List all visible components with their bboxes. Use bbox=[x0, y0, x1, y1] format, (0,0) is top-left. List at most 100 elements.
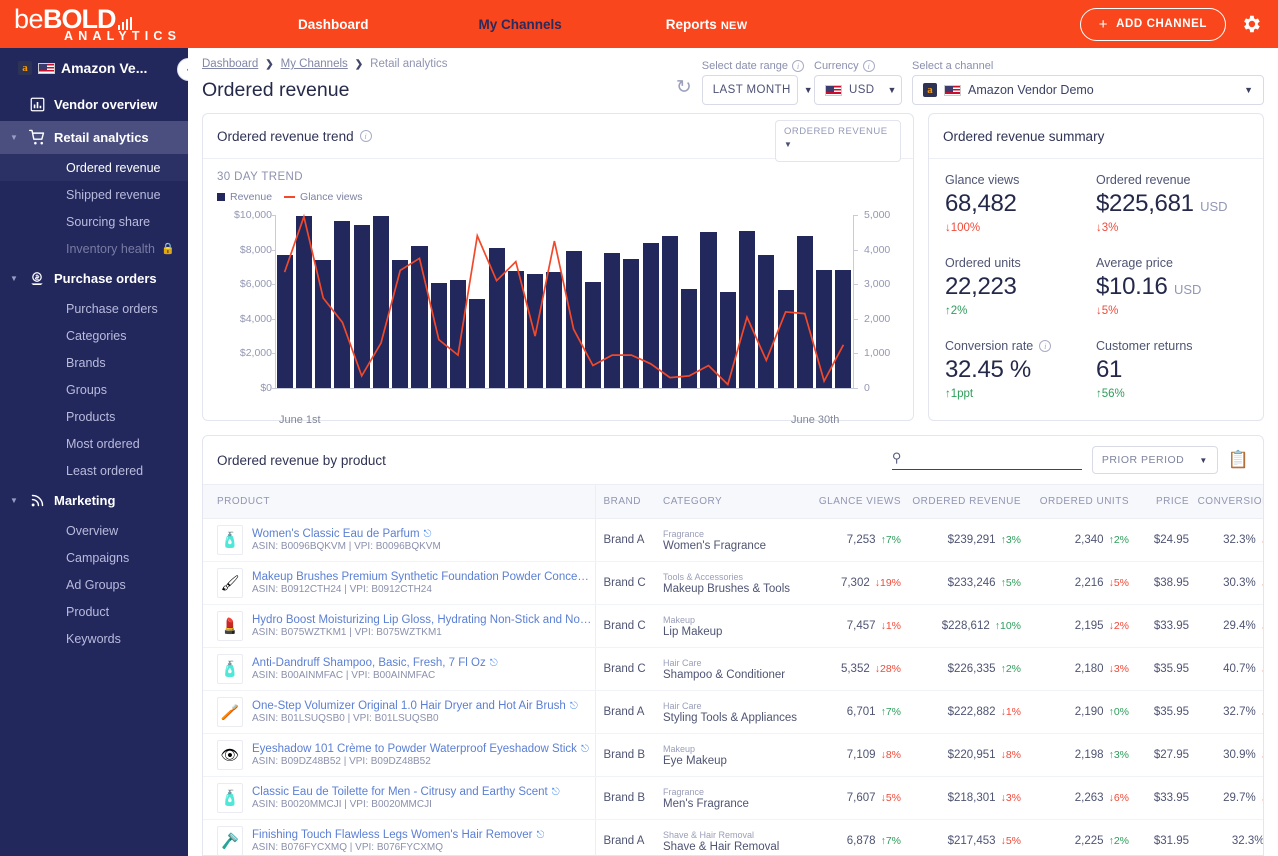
sidebar-subitem-most-ordered[interactable]: Most ordered bbox=[0, 430, 188, 457]
external-link-icon[interactable]: ⎋ bbox=[552, 787, 560, 798]
breadcrumb-my-channels[interactable]: My Channels bbox=[281, 58, 348, 70]
chart-bar[interactable] bbox=[411, 246, 428, 388]
app-logo[interactable]: be BOLD ANALYTICS bbox=[0, 5, 188, 43]
breadcrumb-dashboard[interactable]: Dashboard bbox=[202, 58, 258, 70]
chart-bar[interactable] bbox=[430, 283, 447, 388]
col-glance-views[interactable]: GLANCE VIEWS bbox=[813, 484, 909, 519]
chart-bar[interactable] bbox=[315, 259, 332, 388]
table-row[interactable]: 👁 Eyeshadow 101 Crème to Powder Waterproo… bbox=[203, 733, 1263, 777]
chart-bar[interactable] bbox=[642, 242, 659, 388]
sidebar-account[interactable]: a Amazon Ve... bbox=[0, 48, 188, 88]
table-row[interactable]: 🪒 Finishing Touch Flawless Legs Women's H… bbox=[203, 819, 1263, 855]
chart-bar[interactable] bbox=[777, 290, 794, 388]
external-link-icon[interactable]: ⎋ bbox=[424, 529, 432, 540]
chart-bar[interactable] bbox=[700, 232, 717, 388]
product-name-link[interactable]: Anti-Dandruff Shampoo, Basic, Fresh, 7 F… bbox=[252, 657, 498, 669]
metric-select[interactable]: ORDERED REVENUE ▼ bbox=[775, 120, 901, 162]
nav-dashboard[interactable]: Dashboard bbox=[290, 17, 377, 32]
chart-bar[interactable] bbox=[719, 292, 736, 388]
search-input[interactable] bbox=[908, 451, 1082, 465]
legend-glance-views[interactable]: Glance views bbox=[284, 191, 362, 203]
product-name-link[interactable]: Hydro Boost Moisturizing Lip Gloss, Hydr… bbox=[252, 614, 595, 626]
gear-icon[interactable] bbox=[1240, 13, 1262, 35]
product-name-link[interactable]: Finishing Touch Flawless Legs Women's Ha… bbox=[252, 829, 544, 841]
sidebar-subitem-ordered-revenue[interactable]: Ordered revenue bbox=[0, 154, 188, 181]
info-icon[interactable]: i bbox=[862, 60, 875, 72]
col-brand[interactable]: BRAND bbox=[595, 484, 663, 519]
add-channel-button[interactable]: + ADD CHANNEL bbox=[1079, 7, 1226, 41]
sidebar-subitem-products[interactable]: Products bbox=[0, 403, 188, 430]
chart-bar[interactable] bbox=[392, 259, 409, 388]
col-conversion-rate[interactable]: CONVERSION RATE bbox=[1197, 484, 1263, 519]
sidebar-item-purchase-orders[interactable]: ▼ Purchase orders bbox=[0, 262, 188, 295]
chart-bar[interactable] bbox=[469, 298, 486, 388]
col-ordered-revenue[interactable]: ORDERED REVENUE bbox=[909, 484, 1029, 519]
info-icon[interactable]: i bbox=[1039, 340, 1052, 352]
nav-reports[interactable]: Reports NEW bbox=[658, 17, 756, 32]
nav-my-channels[interactable]: My Channels bbox=[471, 17, 570, 32]
chart-bar[interactable] bbox=[604, 253, 621, 388]
chart-bar[interactable] bbox=[488, 247, 505, 388]
table-row[interactable]: 🪥 One-Step Volumizer Original 1.0 Hair Dr… bbox=[203, 690, 1263, 734]
chart-bar[interactable] bbox=[681, 289, 698, 388]
currency-select[interactable]: USD ▼ bbox=[814, 75, 902, 105]
info-icon[interactable]: i bbox=[792, 60, 804, 72]
sidebar-subitem-keywords[interactable]: Keywords bbox=[0, 625, 188, 652]
table-row[interactable]: 🧴 Classic Eau de Toilette for Men - Citru… bbox=[203, 776, 1263, 820]
sidebar-subitem-ad-groups[interactable]: Ad Groups bbox=[0, 571, 188, 598]
sidebar-subitem-sourcing-share[interactable]: Sourcing share bbox=[0, 208, 188, 235]
chart-bar[interactable] bbox=[353, 224, 370, 388]
sidebar-item-marketing[interactable]: ▼ Marketing bbox=[0, 484, 188, 517]
table-row[interactable]: 🧴 Women's Classic Eau de Parfum ⎋ ASIN: B00… bbox=[203, 518, 1263, 562]
external-link-icon[interactable]: ⎋ bbox=[536, 830, 544, 841]
sidebar-item-retail-analytics[interactable]: ▼ Retail analytics bbox=[0, 121, 188, 154]
copy-icon[interactable]: 📋 bbox=[1228, 450, 1249, 470]
chart-bar[interactable] bbox=[334, 221, 351, 388]
chart-bar[interactable] bbox=[796, 235, 813, 388]
chart-bar[interactable] bbox=[623, 259, 640, 388]
sidebar-subitem-categories[interactable]: Categories bbox=[0, 322, 188, 349]
product-name-link[interactable]: One-Step Volumizer Original 1.0 Hair Dry… bbox=[252, 700, 578, 712]
col-category[interactable]: CATEGORY bbox=[663, 484, 813, 519]
col-price[interactable]: PRICE bbox=[1137, 484, 1197, 519]
sidebar-item-vendor-overview[interactable]: Vendor overview bbox=[0, 88, 188, 121]
chart-bar[interactable] bbox=[372, 215, 389, 388]
table-row[interactable]: 🖌 Makeup Brushes Premium Synthetic Founda… bbox=[203, 561, 1263, 605]
col-product[interactable]: PRODUCT bbox=[203, 484, 596, 519]
sidebar-subitem-brands[interactable]: Brands bbox=[0, 349, 188, 376]
legend-revenue[interactable]: Revenue bbox=[217, 191, 272, 203]
trend-chart[interactable]: $0 $2,000 $4,000 $6,000 $8,000 $10,000 0 1,000 2… bbox=[217, 209, 899, 426]
chart-bar[interactable] bbox=[584, 281, 601, 388]
chart-bar[interactable] bbox=[507, 271, 524, 388]
sidebar-subitem-least-ordered[interactable]: Least ordered bbox=[0, 457, 188, 484]
search-box[interactable]: ⚲ bbox=[891, 450, 1082, 470]
chart-bar[interactable] bbox=[738, 231, 756, 388]
chart-bar[interactable] bbox=[276, 254, 293, 388]
chart-bar[interactable] bbox=[835, 270, 852, 388]
info-icon[interactable]: i bbox=[359, 130, 372, 142]
sidebar-subitem-campaigns[interactable]: Campaigns bbox=[0, 544, 188, 571]
chart-bar[interactable] bbox=[295, 215, 312, 388]
table-row[interactable]: 💄 Hydro Boost Moisturizing Lip Gloss, Hyd… bbox=[203, 604, 1263, 648]
channel-select[interactable]: a Amazon Vendor Demo ▼ bbox=[912, 75, 1264, 105]
chart-bar[interactable] bbox=[527, 273, 544, 388]
col-ordered-units[interactable]: ORDERED UNITS bbox=[1029, 484, 1137, 519]
product-name-link[interactable]: Eyeshadow 101 Crème to Powder Waterproof… bbox=[252, 743, 589, 755]
sidebar-subitem-product[interactable]: Product bbox=[0, 598, 188, 625]
external-link-icon[interactable]: ⎋ bbox=[581, 744, 589, 755]
chart-bar[interactable] bbox=[758, 254, 775, 388]
chart-bar[interactable] bbox=[661, 235, 678, 388]
external-link-icon[interactable]: ⎋ bbox=[570, 701, 578, 712]
sidebar-subitem-groups[interactable]: Groups bbox=[0, 376, 188, 403]
comparison-period-select[interactable]: PRIOR PERIOD ▼ bbox=[1091, 446, 1218, 474]
chart-bar[interactable] bbox=[565, 251, 582, 388]
refresh-icon[interactable]: ↻ bbox=[676, 76, 692, 105]
sidebar-subitem-overview[interactable]: Overview bbox=[0, 517, 188, 544]
chart-bar[interactable] bbox=[546, 272, 563, 388]
date-range-select[interactable]: LAST MONTH ▼ bbox=[701, 75, 813, 105]
external-link-icon[interactable]: ⎋ bbox=[490, 658, 498, 669]
product-name-link[interactable]: Women's Classic Eau de Parfum ⎋ bbox=[252, 528, 441, 540]
chart-bar[interactable] bbox=[449, 279, 467, 388]
chart-bar[interactable] bbox=[816, 270, 833, 388]
product-name-link[interactable]: Classic Eau de Toilette for Men - Citrus… bbox=[252, 786, 560, 798]
